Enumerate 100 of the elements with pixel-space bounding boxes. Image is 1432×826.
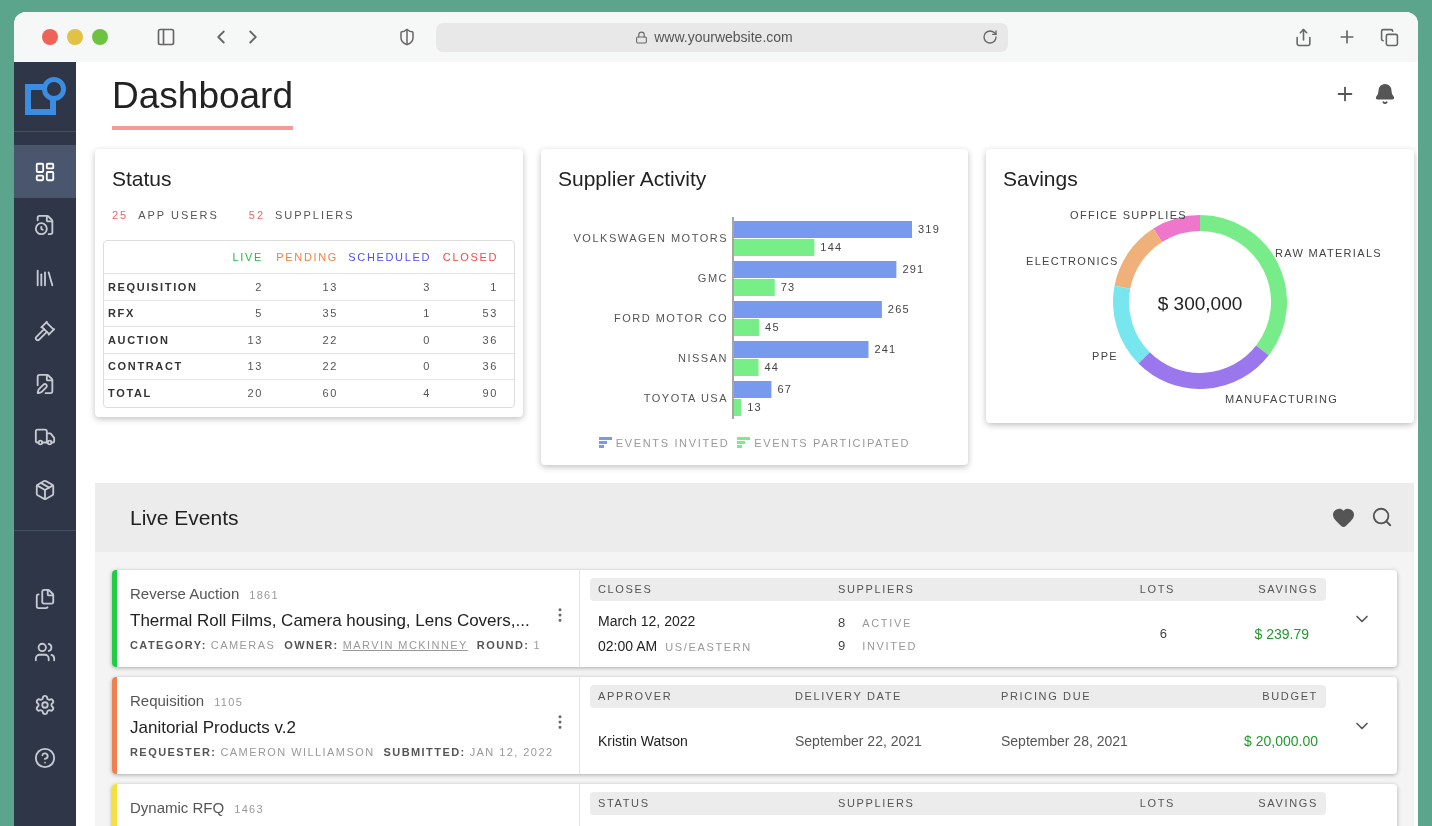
users-icon (34, 640, 56, 663)
search-icon[interactable] (1371, 506, 1393, 528)
table-cell-text: 53 (481, 306, 498, 321)
table-cell-text: 20 (246, 386, 263, 401)
savings-amount: $ 239.79 (1253, 624, 1310, 644)
segment-label: PPE (1092, 349, 1118, 364)
meta-value: CAMERON WILLIAMSON (220, 745, 375, 760)
event-card[interactable] (112, 677, 1397, 774)
column-header: PRICING DUE (1001, 689, 1093, 705)
supplier-count: 9 (838, 637, 846, 655)
legend-label: EVENTS PARTICIPATED (754, 435, 911, 451)
box-icon (34, 478, 56, 501)
table-cell-text: 2 (254, 279, 263, 295)
row-label: CONTRACT (108, 359, 184, 374)
table-cell-text: 1 (422, 306, 431, 321)
stat-label: SUPPLIERS (275, 207, 355, 223)
event-card[interactable] (112, 570, 1397, 667)
delivery-date: September 22, 2021 (795, 732, 923, 751)
page-title: Dashboard (112, 74, 293, 118)
table-cell-text: 0 (422, 332, 431, 348)
close-date: March 12, 2022 (598, 612, 697, 631)
settings-icon (34, 693, 56, 716)
table-cell-text: 1 (489, 279, 498, 295)
time-zone: US/EASTERN (665, 640, 752, 655)
column-header: APPROVER (598, 689, 674, 705)
lock-icon (635, 30, 649, 44)
shield-icon[interactable] (398, 28, 416, 46)
gavel-icon (34, 319, 56, 342)
supplier-count: 8 (838, 613, 846, 632)
meta-value: 1 (533, 638, 541, 653)
savings-total: $ 300,000 (1156, 292, 1244, 316)
data-label: 241 (874, 342, 897, 355)
dashboard-icon (34, 160, 56, 183)
segment-label: MANUFACTURING (1225, 392, 1339, 407)
document-clock-icon (34, 213, 56, 236)
document-pen-icon (34, 372, 56, 395)
category-label: FORD MOTOR CO (614, 311, 728, 324)
favorite-icon[interactable] (1332, 506, 1355, 529)
notifications-icon[interactable] (1374, 83, 1396, 105)
pricing-due-date: September 28, 2021 (1001, 732, 1129, 751)
logo-icon (22, 75, 68, 118)
category-label: VOLKSWAGEN MOTORS (573, 231, 728, 244)
data-label: 13 (747, 400, 762, 413)
row-label: AUCTION (108, 332, 171, 348)
row-label: RFX (108, 306, 136, 321)
column-header: SAVINGS (1257, 582, 1318, 598)
column-header: SAVINGS (1257, 796, 1318, 812)
table-cell-text: 22 (321, 332, 338, 348)
data-label: 45 (765, 320, 780, 333)
table-cell-text: 13 (246, 359, 263, 374)
column-header: SUPPLIERS (838, 796, 916, 812)
table-cell-text: 13 (321, 279, 338, 295)
column-header: LOTS (1138, 796, 1175, 812)
event-title: Thermal Roll Films, Camera housing, Lens Covers,... (130, 609, 531, 632)
reload-icon[interactable] (982, 29, 998, 45)
data-label: 144 (820, 240, 843, 253)
card-title: Status (112, 166, 173, 192)
table-cell-text: 3 (422, 279, 431, 295)
lots-count: 6 (1158, 625, 1168, 644)
table-cell-text: 5 (254, 306, 263, 321)
data-label: 319 (918, 222, 940, 235)
table-cell-text: 0 (422, 359, 431, 374)
share-icon[interactable] (1294, 27, 1313, 47)
sidebar-item[interactable] (14, 145, 76, 198)
stat-count: 25 (112, 207, 129, 223)
segment-label: OFFICE SUPPLIES (1070, 208, 1187, 223)
address-bar[interactable]: www.yourwebsite.com (436, 22, 1008, 52)
table-cell-text: 22 (321, 359, 338, 374)
budget-amount: $ 20,000.00 (1243, 732, 1318, 751)
documents-icon (34, 587, 56, 610)
meta-label: SUBMITTED: (383, 745, 466, 760)
table-cell-text: 4 (422, 386, 431, 401)
column-header: SUPPLIERS (838, 582, 916, 598)
stat-count: 52 (248, 207, 265, 223)
table-cell-text: 60 (321, 386, 338, 401)
column-header: LIVE (231, 249, 263, 265)
event-number: 1861 (249, 588, 279, 603)
column-header: SCHEDULED (347, 249, 431, 265)
event-number: 1105 (214, 695, 244, 710)
segment-label: ELECTRONICS (1026, 254, 1119, 269)
legend-label: EVENTS INVITED (615, 435, 730, 451)
event-type: Dynamic RFQ (130, 798, 225, 818)
data-label: 291 (902, 262, 925, 275)
event-type: Reverse Auction (130, 584, 240, 604)
stat-label: APP USERS (138, 207, 219, 223)
close-window-button[interactable] (42, 29, 58, 45)
help-icon (34, 746, 56, 769)
table-cell-text: 35 (321, 306, 338, 321)
tabs-overview-icon[interactable] (1380, 27, 1399, 47)
supplier-status: INVITED (862, 639, 918, 654)
column-header: BUDGET (1261, 689, 1318, 705)
meta-label: OWNER: (284, 638, 339, 653)
category-label: NISSAN (678, 351, 728, 364)
event-title: Janitorial Products v.2 (130, 716, 297, 739)
event-card[interactable]: Dynamic RFQ 1463 STATUS SUPPLIERS LOTS SAVINGS (112, 784, 1397, 826)
row-label: REQUISITION (108, 279, 199, 295)
table-cell-text: 90 (481, 386, 498, 401)
card-title: Supplier Activity (558, 166, 708, 192)
sidebar-toggle-icon[interactable] (156, 27, 176, 47)
column-header: CLOSES (598, 582, 654, 598)
